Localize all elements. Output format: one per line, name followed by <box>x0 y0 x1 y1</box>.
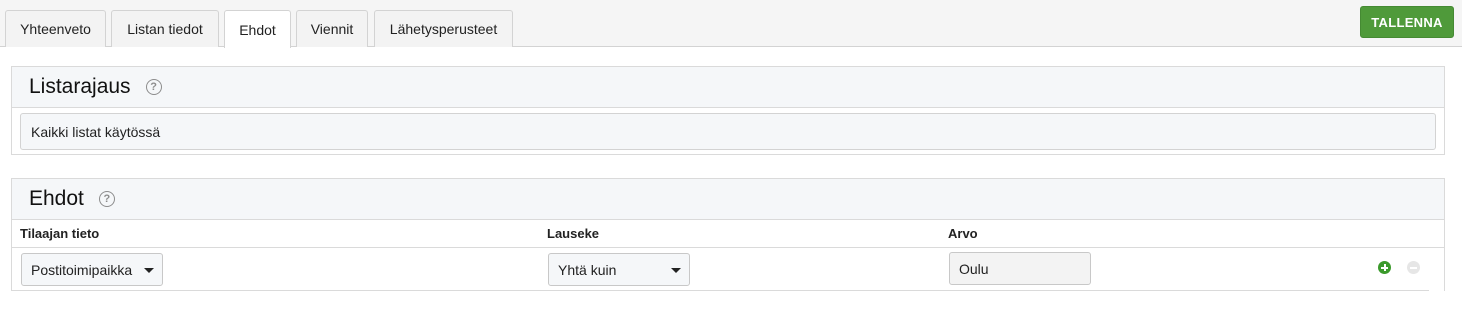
list-scope-header: Listarajaus ? <box>12 67 1444 108</box>
value-input[interactable]: Oulu <box>949 252 1091 285</box>
field-select[interactable]: Postitoimipaikka <box>21 253 163 286</box>
chevron-down-icon <box>144 268 154 273</box>
question-circle-icon[interactable]: ? <box>145 79 162 95</box>
panel-bottom-border <box>11 290 1429 291</box>
list-scope-panel: Listarajaus ? Kaikki listat käytössä <box>11 66 1445 155</box>
save-button[interactable]: TALLENNA <box>1360 6 1454 38</box>
minus-circle-icon[interactable] <box>1407 261 1420 274</box>
operator-select-value: Yhtä kuin <box>558 261 617 278</box>
field-select-value: Postitoimipaikka <box>31 261 133 278</box>
question-circle-icon[interactable]: ? <box>98 191 115 207</box>
conditions-header: Ehdot ? <box>12 179 1444 220</box>
column-header-field: Tilaajan tieto <box>20 226 100 241</box>
tab-yhteenveto[interactable]: Yhteenveto <box>5 10 106 47</box>
plus-circle-icon[interactable] <box>1378 261 1391 274</box>
chevron-down-icon <box>671 268 681 273</box>
tab-ehdot[interactable]: Ehdot <box>224 10 291 48</box>
list-scope-title: Listarajaus <box>29 75 131 98</box>
tab-listan-tiedot[interactable]: Listan tiedot <box>111 10 219 47</box>
list-scope-value[interactable]: Kaikki listat käytössä <box>20 113 1436 150</box>
conditions-panel: Ehdot ? Tilaajan tieto Lauseke Arvo Post… <box>11 178 1445 291</box>
column-header-operator: Lauseke <box>547 226 600 241</box>
operator-select[interactable]: Yhtä kuin <box>548 253 690 286</box>
tab-viennit[interactable]: Viennit <box>296 10 368 47</box>
header-divider <box>12 247 1444 248</box>
column-header-value: Arvo <box>948 226 978 241</box>
conditions-title: Ehdot <box>29 187 84 210</box>
tab-bar: Yhteenveto Listan tiedot Ehdot Viennit L… <box>0 0 1462 48</box>
tab-lahetysperusteet[interactable]: Lähetysperusteet <box>374 10 513 47</box>
